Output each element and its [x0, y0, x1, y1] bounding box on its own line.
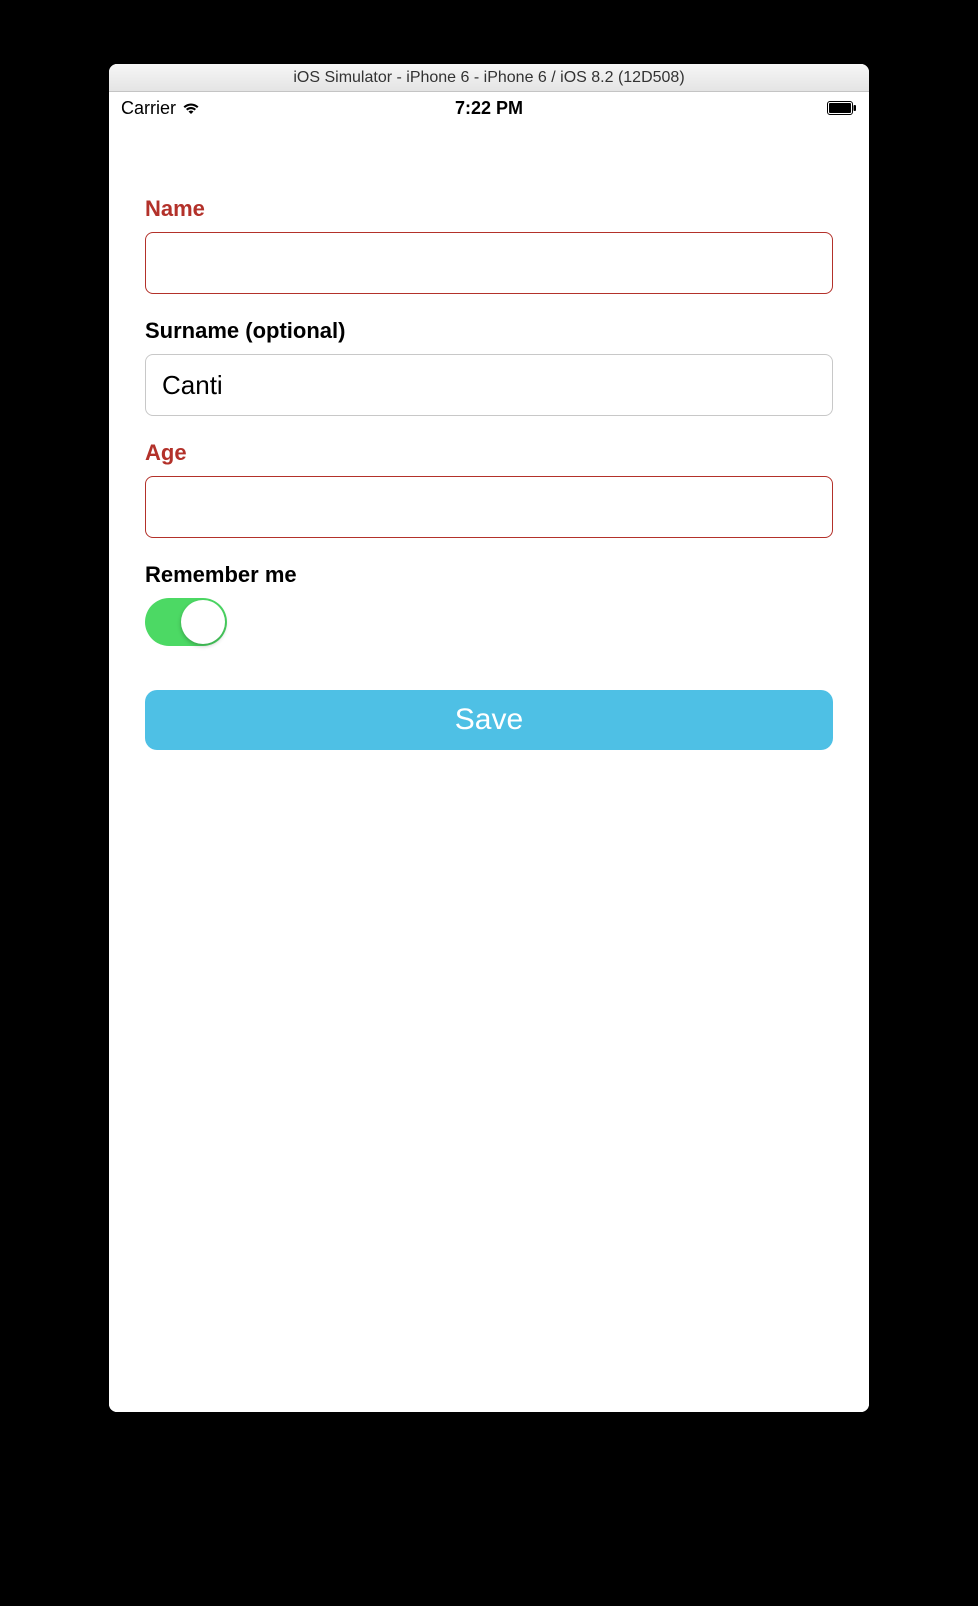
- status-left: Carrier: [121, 98, 200, 119]
- phone-screen: Carrier 7:22 PM Name: [109, 92, 869, 1412]
- age-input[interactable]: [145, 476, 833, 538]
- simulator-window: iOS Simulator - iPhone 6 - iPhone 6 / iO…: [109, 64, 869, 1412]
- surname-label: Surname (optional): [145, 318, 833, 344]
- battery-icon: [827, 101, 857, 115]
- save-button[interactable]: Save: [145, 690, 833, 750]
- remember-toggle[interactable]: [145, 598, 227, 646]
- surname-input[interactable]: [145, 354, 833, 416]
- window-titlebar[interactable]: iOS Simulator - iPhone 6 - iPhone 6 / iO…: [109, 64, 869, 92]
- surname-row: Surname (optional): [145, 318, 833, 416]
- status-bar: Carrier 7:22 PM: [109, 92, 869, 124]
- window-title: iOS Simulator - iPhone 6 - iPhone 6 / iO…: [293, 69, 684, 87]
- name-row: Name: [145, 196, 833, 294]
- name-input[interactable]: [145, 232, 833, 294]
- status-right: [827, 101, 857, 115]
- remember-row: Remember me: [145, 562, 833, 646]
- name-label: Name: [145, 196, 833, 222]
- form-content: Name Surname (optional) Age Remember me …: [109, 124, 869, 750]
- status-time: 7:22 PM: [455, 98, 523, 119]
- carrier-label: Carrier: [121, 98, 176, 119]
- wifi-icon: [182, 101, 200, 115]
- age-label: Age: [145, 440, 833, 466]
- remember-label: Remember me: [145, 562, 833, 588]
- toggle-knob: [181, 600, 225, 644]
- age-row: Age: [145, 440, 833, 538]
